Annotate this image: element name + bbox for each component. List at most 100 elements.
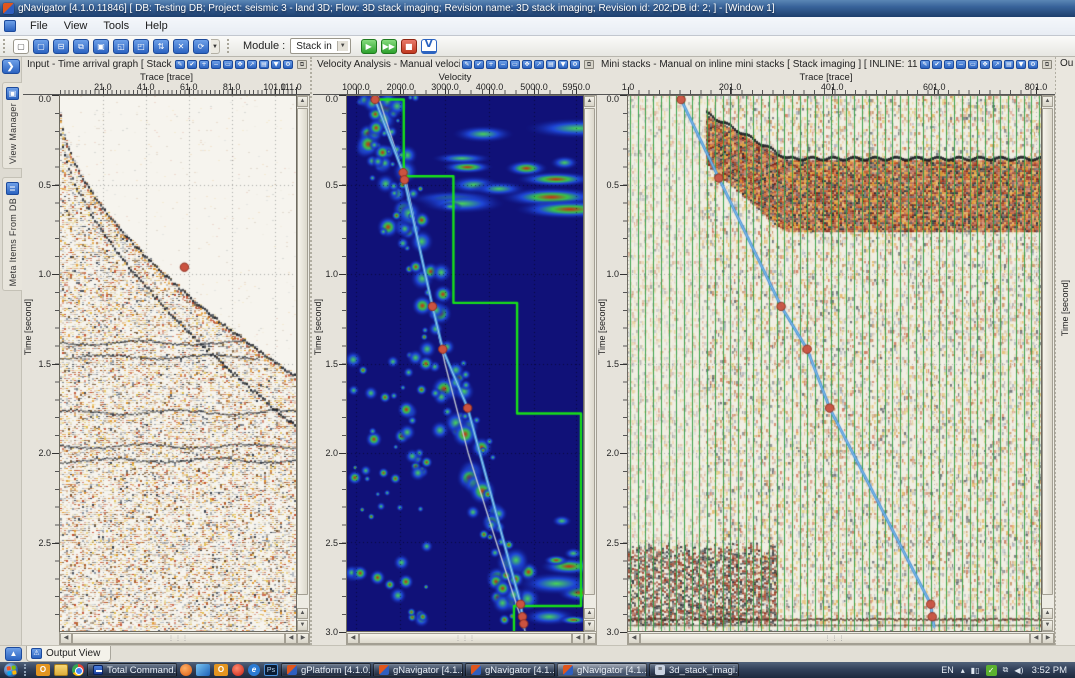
taskbar-button-gnavigator-4-1-[interactable]: gNavigator [4.1... [465,663,555,677]
internet-explorer-icon[interactable]: e [248,664,260,676]
horizontal-scrollbar[interactable]: ◀ ⋮⋮⋮ ◀ ▶ [627,632,1055,645]
taskbar-button-gnavigator-4-1-[interactable]: gNavigator [4.1... [557,663,647,677]
scroll-down-icon[interactable]: ▼ [1042,620,1053,631]
overlay-icon[interactable]: ▤ [259,60,269,69]
horizontal-scrollbar[interactable]: ◀ ⋮⋮⋮ ◀ ▶ [59,632,310,645]
scrollbar-thumb[interactable]: ⋮⋮⋮ [359,633,572,644]
stop-icon[interactable]: ■ [401,39,417,54]
scroll-left-icon[interactable]: ◀ [285,633,297,644]
power-icon[interactable]: ▮▯ [971,666,980,675]
action-center-icon[interactable]: ✓ [986,665,997,676]
scroll-up-icon[interactable]: ▲ [1042,608,1053,619]
expand-sidebar-icon[interactable]: ❯ [2,59,20,74]
zoom-fit-icon[interactable]: ▭ [223,60,233,69]
sidebar-tab-meta-items[interactable]: ≣ Meta Items From DB [2,177,22,291]
zoom-out-icon[interactable]: − [211,60,221,69]
scroll-left-icon[interactable]: ◀ [60,633,72,644]
outlook-icon[interactable]: O [214,664,228,676]
scroll-up-icon[interactable]: ▲ [584,96,595,107]
scroll-right-icon[interactable]: ▶ [584,633,596,644]
save-icon[interactable]: ▼ [1016,60,1026,69]
open-view-icon[interactable]: ▣ [93,39,109,54]
scrollbar-thumb[interactable]: ⋮⋮⋮ [72,633,285,644]
edit-icon[interactable]: ✎ [175,60,185,69]
show-hidden-icons[interactable]: ▴ [961,666,965,675]
scroll-right-icon[interactable]: ▶ [1042,633,1054,644]
settings-icon[interactable]: ⚙ [1028,60,1038,69]
media-player-icon[interactable] [180,664,192,676]
new-view-icon[interactable]: ▢ [33,39,49,54]
explorer-folder-icon[interactable] [54,664,68,676]
link-views-icon[interactable]: ⧉ [73,39,89,54]
probe-icon[interactable]: ↗ [992,60,1002,69]
pan-icon[interactable]: ✥ [522,60,532,69]
outlook-icon[interactable]: O [36,664,50,676]
new-view-icon[interactable]: ▢ [13,39,29,54]
layout-dropdown-icon[interactable]: ▼ [211,39,220,54]
menu-tools[interactable]: Tools [95,18,137,34]
zoom-in-icon[interactable]: + [944,60,954,69]
seismic-input-plot[interactable] [59,95,297,632]
run-flow-icon[interactable]: ▶▶ [381,39,397,54]
menu-view[interactable]: View [56,18,96,34]
save-view-icon[interactable]: ⊟ [53,39,69,54]
start-button[interactable] [0,663,22,678]
zoom-fit-icon[interactable]: ▭ [968,60,978,69]
edit-icon[interactable]: ✎ [920,60,930,69]
language-indicator[interactable]: EN [941,665,954,675]
accept-icon[interactable]: ✔ [474,60,484,69]
scroll-down-icon[interactable]: ▼ [584,620,595,631]
volume-icon[interactable]: ◀) [1014,666,1023,675]
probe-icon[interactable]: ↗ [247,60,257,69]
scroll-left-icon[interactable]: ◀ [1030,633,1042,644]
scrollbar-thumb[interactable] [1042,108,1053,595]
network-icon[interactable]: ⧉ [1003,665,1009,675]
photoshop-icon[interactable]: Ps [264,664,278,676]
pan-icon[interactable]: ✥ [980,60,990,69]
settings-icon[interactable]: ⚙ [570,60,580,69]
velocity-logo-icon[interactable]: V [421,39,437,54]
scroll-up-icon[interactable]: ▲ [1042,96,1053,107]
edit-icon[interactable]: ✎ [462,60,472,69]
pan-icon[interactable]: ✥ [235,60,245,69]
accept-icon[interactable]: ✔ [932,60,942,69]
save-icon[interactable]: ▼ [271,60,281,69]
module-select[interactable]: Stack in ▼ [290,38,351,54]
zoom-fit-icon[interactable]: ▭ [510,60,520,69]
float-panel-icon[interactable]: ⧉ [1042,60,1052,69]
tab-output-view[interactable]: ⚠ Output View [26,646,111,662]
scroll-down-icon[interactable]: ▼ [297,620,308,631]
scroll-up-icon[interactable]: ▲ [297,96,308,107]
layout-switch-icon[interactable]: ⟳ [193,39,209,54]
tile-windows-icon[interactable]: ◰ [133,39,149,54]
close-views-icon[interactable]: ✕ [173,39,189,54]
vertical-scrollbar[interactable]: ▲ ▲ ▼ [1042,95,1055,632]
sidebar-tab-view-manager[interactable]: ▣ View Manager [2,82,22,169]
float-panel-icon[interactable]: ⧉ [297,60,307,69]
scroll-up-icon[interactable]: ▲ [297,608,308,619]
restore-output-icon[interactable]: ▲ [5,647,22,661]
menu-help[interactable]: Help [137,18,176,34]
scroll-up-icon[interactable]: ▲ [584,608,595,619]
taskbar-button-total-command-[interactable]: Total Command... [87,663,177,677]
vertical-scrollbar[interactable]: ▲ ▲ ▼ [297,95,310,632]
zoom-out-icon[interactable]: − [498,60,508,69]
sync-views-icon[interactable]: ⇅ [153,39,169,54]
probe-icon[interactable]: ↗ [534,60,544,69]
scrollbar-thumb[interactable] [584,108,595,595]
scroll-left-icon[interactable]: ◀ [628,633,640,644]
zoom-in-icon[interactable]: + [199,60,209,69]
run-icon[interactable]: ▶ [361,39,377,54]
settings-icon[interactable]: ⚙ [283,60,293,69]
taskbar-button-gplatform-4-1-0-[interactable]: gPlatform [4.1.0... [281,663,371,677]
scroll-left-icon[interactable]: ◀ [347,633,359,644]
scroll-left-icon[interactable]: ◀ [572,633,584,644]
chrome-icon[interactable] [72,664,84,676]
taskbar-button-gnavigator-4-1-[interactable]: gNavigator [4.1... [373,663,463,677]
horizontal-scrollbar[interactable]: ◀ ⋮⋮⋮ ◀ ▶ [346,632,597,645]
float-panel-icon[interactable]: ⧉ [584,60,594,69]
zoom-out-icon[interactable]: − [956,60,966,69]
scrollbar-thumb[interactable]: ⋮⋮⋮ [640,633,1030,644]
zoom-in-icon[interactable]: + [486,60,496,69]
overlay-icon[interactable]: ▤ [1004,60,1014,69]
